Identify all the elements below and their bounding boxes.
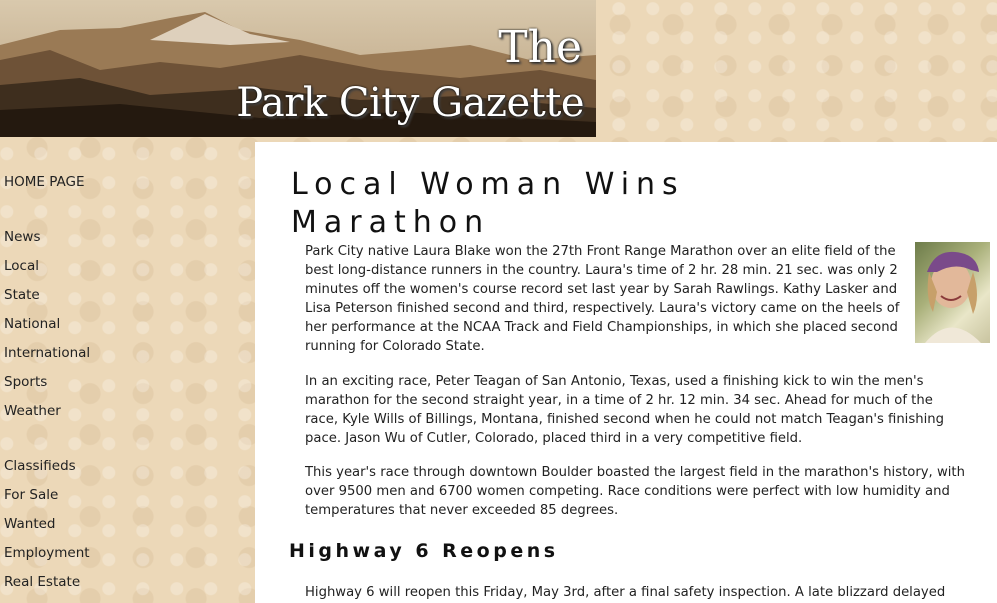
runner-photo <box>915 242 990 343</box>
runner-portrait-image <box>925 251 981 343</box>
article-subheading: Highway 6 Reopens <box>289 540 559 562</box>
article-sub-paragraph: Highway 6 will reopen this Friday, May 3… <box>305 585 946 600</box>
nav-for-sale[interactable]: For Sale <box>4 487 58 503</box>
nav-classifieds[interactable]: Classifieds <box>4 458 76 474</box>
nav-wanted[interactable]: Wanted <box>4 516 55 532</box>
site-title: Park City Gazette <box>236 80 584 126</box>
nav-news[interactable]: News <box>4 229 40 245</box>
nav-local[interactable]: Local <box>4 258 39 274</box>
article-paragraph-1: Park City native Laura Blake won the 27t… <box>305 244 900 354</box>
nav-sports[interactable]: Sports <box>4 374 47 390</box>
nav-employment[interactable]: Employment <box>4 545 90 561</box>
nav-home-page[interactable]: HOME PAGE <box>4 174 85 190</box>
nav-national[interactable]: National <box>4 316 60 332</box>
nav-real-estate[interactable]: Real Estate <box>4 574 80 590</box>
article-content: Local Woman Wins Marathon Park City nati… <box>255 142 997 603</box>
site-title-the: The <box>498 22 582 73</box>
article-paragraph-3: This year's race through downtown Boulde… <box>305 465 965 518</box>
article-paragraph-2: In an exciting race, Peter Teagan of San… <box>305 374 944 446</box>
masthead-banner: The Park City Gazette <box>0 0 596 137</box>
nav-state[interactable]: State <box>4 287 40 303</box>
article-headline: Local Woman Wins Marathon <box>291 167 685 241</box>
nav-weather[interactable]: Weather <box>4 403 61 419</box>
sidebar-nav: HOME PAGE News Local State National Inte… <box>0 137 255 603</box>
nav-international[interactable]: International <box>4 345 90 361</box>
